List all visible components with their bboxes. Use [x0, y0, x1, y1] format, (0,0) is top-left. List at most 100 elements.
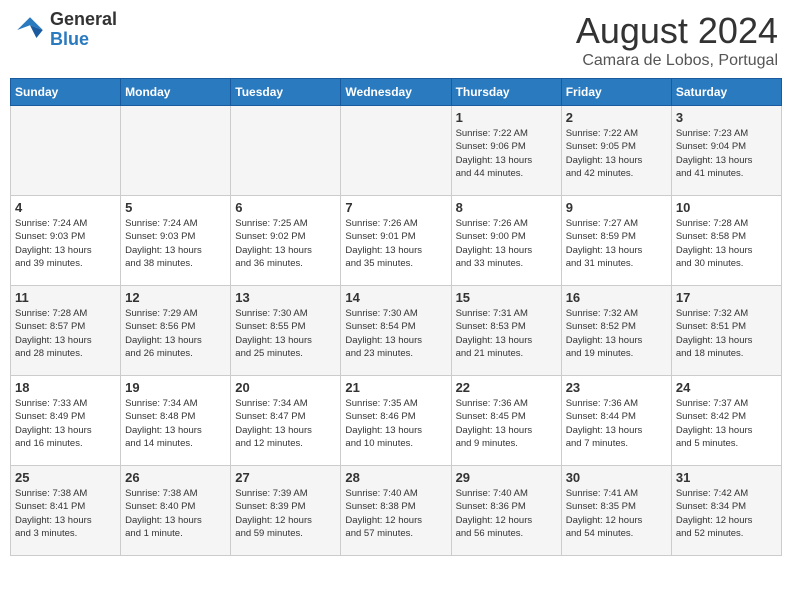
calendar-cell: 13 Sunrise: 7:30 AM Sunset: 8:55 PM Dayli…: [231, 286, 341, 376]
day-info: Sunrise: 7:26 AM Sunset: 9:01 PM Dayligh…: [345, 217, 446, 270]
calendar-cell: 6 Sunrise: 7:25 AM Sunset: 9:02 PM Daylig…: [231, 196, 341, 286]
day-info: Sunrise: 7:32 AM Sunset: 8:51 PM Dayligh…: [676, 307, 777, 360]
day-number: 28: [345, 470, 446, 485]
col-header-saturday: Saturday: [671, 79, 781, 106]
logo-text: General Blue: [50, 10, 117, 50]
day-info: Sunrise: 7:22 AM Sunset: 9:06 PM Dayligh…: [456, 127, 557, 180]
calendar-cell: [11, 106, 121, 196]
day-info: Sunrise: 7:25 AM Sunset: 9:02 PM Dayligh…: [235, 217, 336, 270]
day-number: 26: [125, 470, 226, 485]
calendar-cell: 5 Sunrise: 7:24 AM Sunset: 9:03 PM Daylig…: [121, 196, 231, 286]
main-title: August 2024: [576, 10, 778, 52]
calendar-cell: 21 Sunrise: 7:35 AM Sunset: 8:46 PM Dayli…: [341, 376, 451, 466]
col-header-wednesday: Wednesday: [341, 79, 451, 106]
col-header-friday: Friday: [561, 79, 671, 106]
day-number: 6: [235, 200, 336, 215]
calendar-cell: 2 Sunrise: 7:22 AM Sunset: 9:05 PM Daylig…: [561, 106, 671, 196]
day-info: Sunrise: 7:33 AM Sunset: 8:49 PM Dayligh…: [15, 397, 116, 450]
day-number: 7: [345, 200, 446, 215]
calendar-cell: 25Sunrise: 7:38 AM Sunset: 8:41 PM Dayli…: [11, 466, 121, 556]
title-block: August 2024 Camara de Lobos, Portugal: [576, 10, 778, 70]
day-number: 1: [456, 110, 557, 125]
calendar-cell: 14Sunrise: 7:30 AM Sunset: 8:54 PM Dayli…: [341, 286, 451, 376]
calendar-cell: 20Sunrise: 7:34 AM Sunset: 8:47 PM Dayli…: [231, 376, 341, 466]
calendar-cell: 17 Sunrise: 7:32 AM Sunset: 8:51 PM Dayli…: [671, 286, 781, 376]
week-row-3: 11Sunrise: 7:28 AM Sunset: 8:57 PM Dayli…: [11, 286, 782, 376]
day-info: Sunrise: 7:22 AM Sunset: 9:05 PM Dayligh…: [566, 127, 667, 180]
day-number: 27: [235, 470, 336, 485]
day-number: 11: [15, 290, 116, 305]
calendar-cell: 10 Sunrise: 7:28 AM Sunset: 8:58 PM Dayli…: [671, 196, 781, 286]
day-number: 24: [676, 380, 777, 395]
day-number: 10: [676, 200, 777, 215]
day-info: Sunrise: 7:30 AM Sunset: 8:55 PM Dayligh…: [235, 307, 336, 360]
header-row: SundayMondayTuesdayWednesdayThursdayFrid…: [11, 79, 782, 106]
day-info: Sunrise: 7:41 AM Sunset: 8:35 PM Dayligh…: [566, 487, 667, 540]
calendar-cell: [231, 106, 341, 196]
calendar-cell: 3 Sunrise: 7:23 AM Sunset: 9:04 PM Daylig…: [671, 106, 781, 196]
day-info: Sunrise: 7:27 AM Sunset: 8:59 PM Dayligh…: [566, 217, 667, 270]
calendar-cell: 8 Sunrise: 7:26 AM Sunset: 9:00 PM Daylig…: [451, 196, 561, 286]
day-number: 3: [676, 110, 777, 125]
calendar-cell: 18 Sunrise: 7:33 AM Sunset: 8:49 PM Dayli…: [11, 376, 121, 466]
day-info: Sunrise: 7:36 AM Sunset: 8:44 PM Dayligh…: [566, 397, 667, 450]
day-number: 5: [125, 200, 226, 215]
calendar-cell: 31Sunrise: 7:42 AM Sunset: 8:34 PM Dayli…: [671, 466, 781, 556]
calendar-cell: [341, 106, 451, 196]
day-info: Sunrise: 7:35 AM Sunset: 8:46 PM Dayligh…: [345, 397, 446, 450]
day-number: 4: [15, 200, 116, 215]
logo: General Blue: [14, 10, 117, 50]
page-header: General Blue August 2024 Camara de Lobos…: [10, 10, 782, 70]
calendar-cell: 28 Sunrise: 7:40 AM Sunset: 8:38 PM Dayli…: [341, 466, 451, 556]
calendar-cell: 7 Sunrise: 7:26 AM Sunset: 9:01 PM Daylig…: [341, 196, 451, 286]
calendar-cell: 9 Sunrise: 7:27 AM Sunset: 8:59 PM Daylig…: [561, 196, 671, 286]
day-info: Sunrise: 7:42 AM Sunset: 8:34 PM Dayligh…: [676, 487, 777, 540]
day-info: Sunrise: 7:34 AM Sunset: 8:47 PM Dayligh…: [235, 397, 336, 450]
calendar-cell: 23 Sunrise: 7:36 AM Sunset: 8:44 PM Dayli…: [561, 376, 671, 466]
day-number: 2: [566, 110, 667, 125]
week-row-2: 4 Sunrise: 7:24 AM Sunset: 9:03 PM Daylig…: [11, 196, 782, 286]
day-number: 9: [566, 200, 667, 215]
day-number: 8: [456, 200, 557, 215]
week-row-1: 1 Sunrise: 7:22 AM Sunset: 9:06 PM Daylig…: [11, 106, 782, 196]
day-info: Sunrise: 7:36 AM Sunset: 8:45 PM Dayligh…: [456, 397, 557, 450]
calendar-cell: 12 Sunrise: 7:29 AM Sunset: 8:56 PM Dayli…: [121, 286, 231, 376]
day-info: Sunrise: 7:23 AM Sunset: 9:04 PM Dayligh…: [676, 127, 777, 180]
col-header-monday: Monday: [121, 79, 231, 106]
calendar-cell: [121, 106, 231, 196]
calendar-cell: 24Sunrise: 7:37 AM Sunset: 8:42 PM Dayli…: [671, 376, 781, 466]
calendar-cell: 22Sunrise: 7:36 AM Sunset: 8:45 PM Dayli…: [451, 376, 561, 466]
day-number: 29: [456, 470, 557, 485]
calendar-cell: 30 Sunrise: 7:41 AM Sunset: 8:35 PM Dayli…: [561, 466, 671, 556]
day-info: Sunrise: 7:38 AM Sunset: 8:40 PM Dayligh…: [125, 487, 226, 540]
day-number: 12: [125, 290, 226, 305]
logo-general: General: [50, 10, 117, 30]
day-number: 19: [125, 380, 226, 395]
col-header-tuesday: Tuesday: [231, 79, 341, 106]
day-info: Sunrise: 7:29 AM Sunset: 8:56 PM Dayligh…: [125, 307, 226, 360]
day-info: Sunrise: 7:40 AM Sunset: 8:38 PM Dayligh…: [345, 487, 446, 540]
day-number: 17: [676, 290, 777, 305]
calendar-cell: 11Sunrise: 7:28 AM Sunset: 8:57 PM Dayli…: [11, 286, 121, 376]
col-header-sunday: Sunday: [11, 79, 121, 106]
day-info: Sunrise: 7:24 AM Sunset: 9:03 PM Dayligh…: [15, 217, 116, 270]
calendar-cell: 26 Sunrise: 7:38 AM Sunset: 8:40 PM Dayli…: [121, 466, 231, 556]
calendar-cell: 4 Sunrise: 7:24 AM Sunset: 9:03 PM Daylig…: [11, 196, 121, 286]
day-info: Sunrise: 7:38 AM Sunset: 8:41 PM Dayligh…: [15, 487, 116, 540]
day-info: Sunrise: 7:40 AM Sunset: 8:36 PM Dayligh…: [456, 487, 557, 540]
day-number: 23: [566, 380, 667, 395]
day-info: Sunrise: 7:26 AM Sunset: 9:00 PM Dayligh…: [456, 217, 557, 270]
day-info: Sunrise: 7:39 AM Sunset: 8:39 PM Dayligh…: [235, 487, 336, 540]
day-number: 21: [345, 380, 446, 395]
day-info: Sunrise: 7:31 AM Sunset: 8:53 PM Dayligh…: [456, 307, 557, 360]
day-number: 16: [566, 290, 667, 305]
day-number: 13: [235, 290, 336, 305]
day-info: Sunrise: 7:34 AM Sunset: 8:48 PM Dayligh…: [125, 397, 226, 450]
subtitle: Camara de Lobos, Portugal: [576, 52, 778, 70]
calendar-cell: 1 Sunrise: 7:22 AM Sunset: 9:06 PM Daylig…: [451, 106, 561, 196]
day-info: Sunrise: 7:28 AM Sunset: 8:58 PM Dayligh…: [676, 217, 777, 270]
day-info: Sunrise: 7:24 AM Sunset: 9:03 PM Dayligh…: [125, 217, 226, 270]
day-number: 18: [15, 380, 116, 395]
day-number: 30: [566, 470, 667, 485]
calendar-table: SundayMondayTuesdayWednesdayThursdayFrid…: [10, 78, 782, 556]
